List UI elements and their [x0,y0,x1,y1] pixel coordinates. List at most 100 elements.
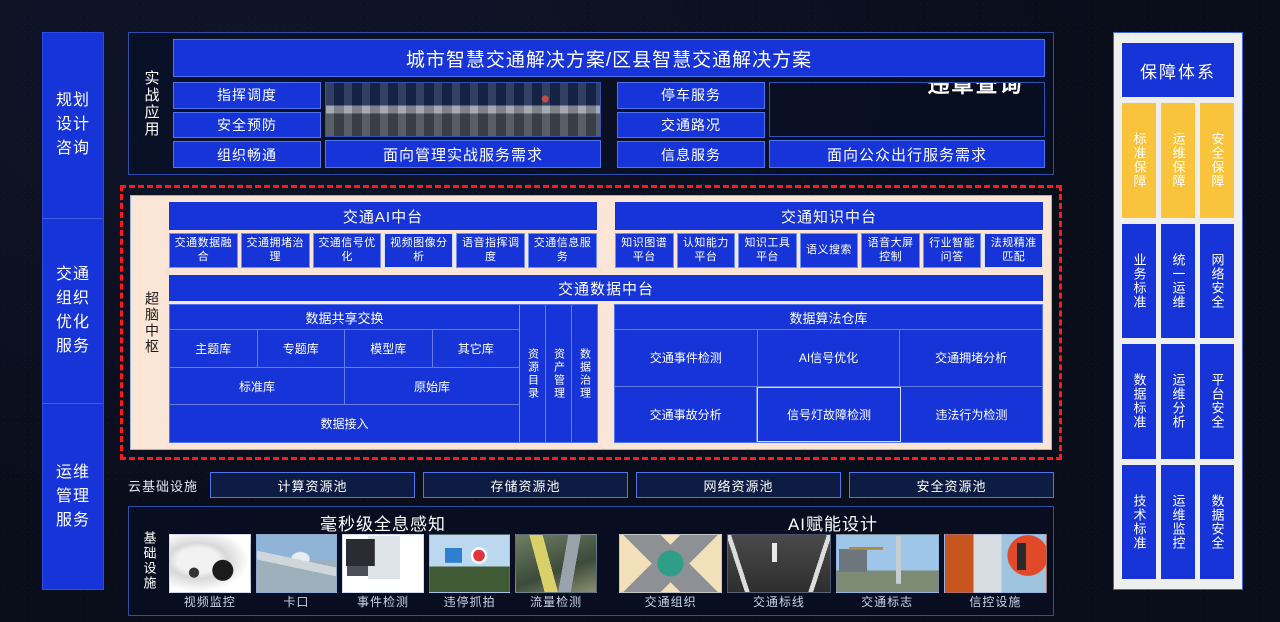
db-other[interactable]: 其它库 [433,330,520,367]
guarantee-tech-standard[interactable]: 技术标准 [1122,464,1156,579]
algo-event-detection[interactable]: 交通事件检测 [615,330,758,386]
kn-cell-graph[interactable]: 知识图谱平台 [615,233,674,268]
infra-item-traffic-organization[interactable]: 交通组织 [619,534,723,611]
cloud-infrastructure-row: 云基础设施 计算资源池 存储资源池 网络资源池 安全资源池 [128,469,1054,501]
infra-item-road-marking[interactable]: 交通标线 [727,534,831,611]
pool-compute[interactable]: 计算资源池 [210,472,415,498]
algo-signal-fault-detection[interactable]: 信号灯故障检测 [757,386,901,442]
management-chips: 指挥调度 安全预防 组织畅通 [173,82,321,169]
guarantee-standard[interactable]: 标准保障 [1122,103,1156,218]
ai-cell-signal-opt[interactable]: 交通信号优化 [312,233,382,268]
guarantee-ops-analysis[interactable]: 运维分析 [1161,344,1195,459]
middle-platform-row: 交通AI中台 交通数据融合 交通拥堵治理 交通信号优化 视频图像分析 语音指挥调… [169,202,1044,268]
kn-cell-cognition[interactable]: 认知能力平台 [676,233,736,268]
algo-violation-detection[interactable]: 违法行为检测 [901,387,1042,443]
db-raw[interactable]: 原始库 [345,368,519,405]
side-asset-management[interactable]: 资产管理 [546,305,572,442]
guarantee-network-security[interactable]: 网络安全 [1200,223,1234,338]
algo-accident-analysis[interactable]: 交通事故分析 [615,386,758,442]
guarantee-row-3: 数据标准 运维分析 平台安全 [1122,344,1234,459]
chip-information-service[interactable]: 信息服务 [617,141,765,169]
db-model[interactable]: 模型库 [345,330,433,367]
public-caption: 面向公众出行服务需求 [769,140,1045,168]
architecture-diagram: 规划设计咨询 交通组织优化服务 运维管理服务 实战应用 城市智慧交通解决方案/区… [0,0,1280,622]
side-resource-catalog[interactable]: 资源目录 [520,305,546,442]
caption-traffic-sign: 交通标志 [861,595,914,609]
knowledge-platform-card: 交通知识中台 知识图谱平台 认知能力平台 知识工具平台 语义搜索 语音大屏控制 … [615,202,1044,268]
ai-cell-voice-dispatch[interactable]: 语音指挥调度 [456,233,526,268]
ai-design-items: 交通组织 交通标线 交通标志 信控设施 [619,534,1047,611]
ai-cell-video-analysis[interactable]: 视频图像分析 [384,233,454,268]
super-brain-body: 交通AI中台 交通数据融合 交通拥堵治理 交通信号优化 视频图像分析 语音指挥调… [169,202,1044,443]
infra-item-event-detection[interactable]: 事件检测 [342,534,424,611]
pool-security[interactable]: 安全资源池 [849,472,1054,498]
guarantee-unified-ops[interactable]: 统一运维 [1161,223,1195,338]
side-data-governance[interactable]: 数据治理 [572,305,597,442]
guarantee-business-standard[interactable]: 业务标准 [1122,223,1156,338]
kn-cell-tools[interactable]: 知识工具平台 [738,233,797,268]
guarantee-ops[interactable]: 运维保障 [1161,103,1195,218]
infra-item-flow-detection[interactable]: 流量检测 [515,534,597,611]
infra-item-signal-facility[interactable]: 信控设施 [943,534,1047,611]
caption-video-monitor: 视频监控 [183,595,236,609]
ai-cell-data-fusion[interactable]: 交通数据融合 [169,233,238,268]
ai-cell-congestion[interactable]: 交通拥堵治理 [240,233,310,268]
kn-cell-voice-screen[interactable]: 语音大屏控制 [861,233,920,268]
rail-item-planning[interactable]: 规划设计咨询 [43,33,103,218]
infrastructure-body: 毫秒级全息感知 视频监控 卡口 事件检测 违停抓拍 流量检测 AI赋能设计 交通… [169,507,1053,615]
knowledge-platform-cells: 知识图谱平台 认知能力平台 知识工具平台 语义搜索 语音大屏控制 行业智能问答 … [615,233,1044,268]
ai-platform-cells: 交通数据融合 交通拥堵治理 交通信号优化 视频图像分析 语音指挥调度 交通信息服… [169,233,597,268]
guarantee-data-security[interactable]: 数据安全 [1200,464,1234,579]
guarantee-data-standard[interactable]: 数据标准 [1122,344,1156,459]
application-layer-label: 实战应用 [142,69,160,138]
algo-congestion-analysis[interactable]: 交通拥堵分析 [900,330,1042,386]
rail-item-ops[interactable]: 运维管理服务 [43,403,103,589]
db-ingest[interactable]: 数据接入 [170,405,519,442]
ptz-camera-photo [169,534,251,593]
infrastructure-label: 基础设施 [141,531,157,591]
cloud-infrastructure-label: 云基础设施 [128,478,199,494]
infra-item-illegal-parking[interactable]: 违停抓拍 [428,534,511,611]
guarantee-system-title: 保障体系 [1122,43,1234,97]
chip-command-dispatch[interactable]: 指挥调度 [173,82,321,109]
pool-network[interactable]: 网络资源池 [636,472,841,498]
command-center-photo [325,82,601,137]
guarantee-platform-security[interactable]: 平台安全 [1200,344,1234,459]
chip-traffic-condition[interactable]: 交通路况 [617,111,765,139]
algo-ai-signal-opt[interactable]: AI信号优化 [758,330,901,386]
rail-item-traffic-org[interactable]: 交通组织优化服务 [43,217,103,404]
chip-organization-flow[interactable]: 组织畅通 [173,141,321,169]
db-standard[interactable]: 标准库 [170,367,345,405]
super-brain-layer: 超脑中枢 交通AI中台 交通数据融合 交通拥堵治理 交通信号优化 视频图像分析 … [120,185,1062,460]
public-service-photos [769,82,1045,137]
guarantee-ops-monitor[interactable]: 运维监控 [1161,464,1195,579]
chip-safety-prevention[interactable]: 安全预防 [173,111,321,139]
ai-design-group: AI赋能设计 交通组织 交通标线 交通标志 信控设施 [619,510,1047,611]
data-exchange-row-3: 数据接入 [170,405,519,442]
pool-storage[interactable]: 存储资源池 [423,472,628,498]
public-media: 面向公众出行服务需求 [769,82,1045,168]
algorithm-warehouse-title: 数据算法仓库 [615,305,1042,330]
ai-cell-info-service[interactable]: 交通信息服务 [528,233,597,268]
chip-parking-service[interactable]: 停车服务 [617,82,765,109]
application-column-public: 停车服务 交通路况 信息服务 面向公众出行服务需求 [617,82,1045,169]
sensing-items: 视频监控 卡口 事件检测 违停抓拍 流量检测 [169,534,597,611]
infra-item-traffic-sign[interactable]: 交通标志 [835,534,939,611]
super-brain-label: 超脑中枢 [144,290,160,355]
db-topic[interactable]: 专题库 [258,330,345,367]
kn-cell-qa[interactable]: 行业智能问答 [922,233,982,268]
data-platform-card: 交通数据中台 数据共享交换 主题库 专题库 模型库 其它库 标准库 原始库 数据… [169,275,1043,443]
application-body: 城市智慧交通解决方案/区县智慧交通解决方案 指挥调度 安全预防 组织畅通 面向管 [173,33,1053,174]
caption-road-marking: 交通标线 [752,595,805,609]
ai-platform-title: 交通AI中台 [169,202,597,230]
infra-item-bayonet[interactable]: 卡口 [255,534,338,611]
data-exchange-main: 数据共享交换 主题库 专题库 模型库 其它库 标准库 原始库 数据接入 [170,305,519,442]
db-subject[interactable]: 主题库 [170,330,258,367]
algorithm-row-2: 交通事故分析 信号灯故障检测 违法行为检测 [615,386,1042,443]
kn-cell-regulation-match[interactable]: 法规精准匹配 [984,233,1044,268]
algorithm-row-1: 交通事件检测 AI信号优化 交通拥堵分析 [615,330,1042,387]
kn-cell-semantic-search[interactable]: 语义搜索 [799,233,859,268]
guarantee-security[interactable]: 安全保障 [1200,103,1234,218]
sensing-group-title: 毫秒级全息感知 [320,515,446,534]
infra-item-video-monitor[interactable]: 视频监控 [169,534,251,611]
